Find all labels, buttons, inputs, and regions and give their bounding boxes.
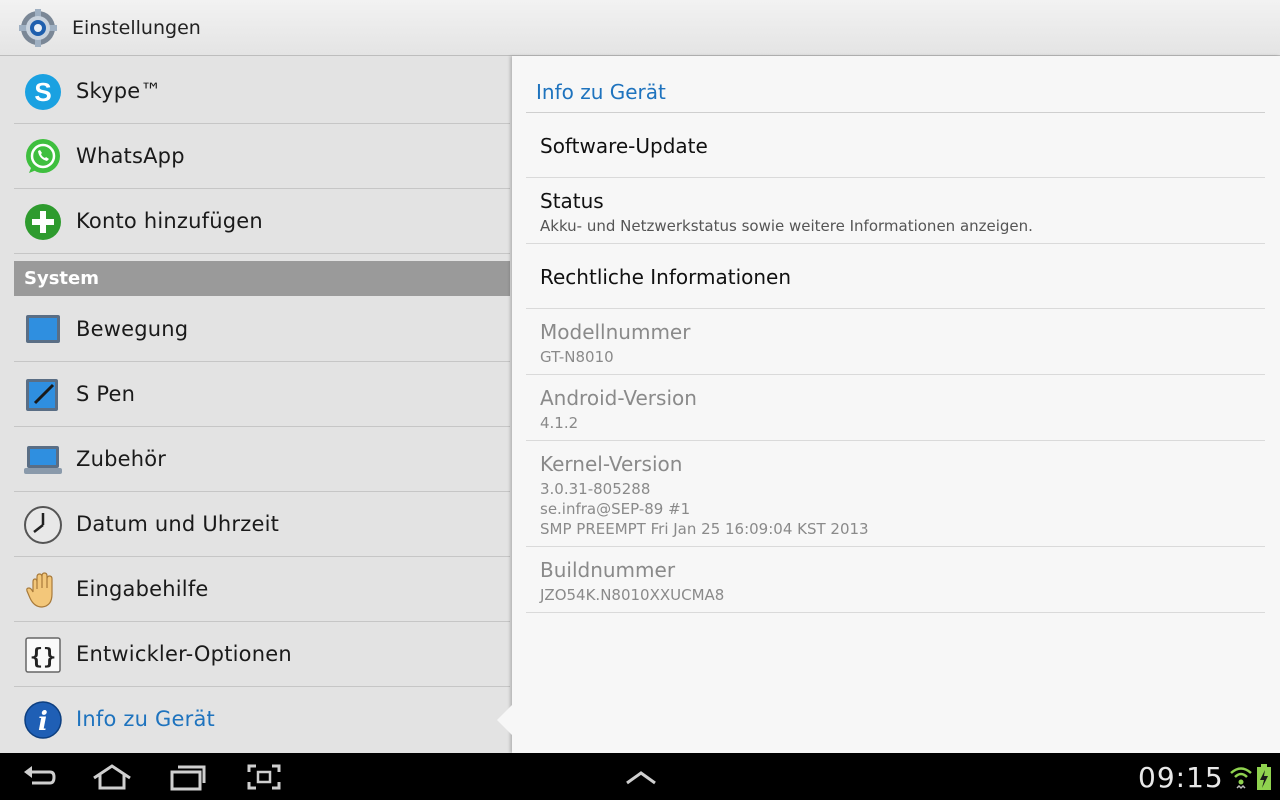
skype-icon: S <box>25 74 61 110</box>
sidebar-item-skype[interactable]: S Skype™ <box>14 60 510 124</box>
sidebar-item-label: WhatsApp <box>76 144 185 168</box>
motion-icon <box>26 315 60 343</box>
settings-gear-icon[interactable] <box>19 9 57 47</box>
clock: 09:15 <box>1138 761 1224 794</box>
item-value-line: SMP PREEMPT Fri Jan 25 16:09:04 KST 2013 <box>540 520 869 538</box>
item-title: Rechtliche Informationen <box>540 265 792 289</box>
home-icon[interactable] <box>92 763 132 791</box>
info-icon: i <box>24 701 62 739</box>
item-title: Buildnummer <box>540 558 676 582</box>
title-bar: Einstellungen <box>0 0 1280 56</box>
whatsapp-icon <box>26 139 60 173</box>
accessory-icon <box>24 446 62 474</box>
sidebar-item-label: Zubehör <box>76 447 167 471</box>
item-title: Android-Version <box>540 386 697 410</box>
section-label: System <box>24 268 99 289</box>
item-title: Software-Update <box>540 134 708 158</box>
wifi-icon <box>1230 767 1252 790</box>
settings-sidebar: S Skype™ WhatsApp Konto hinzufügen Syste… <box>0 56 512 753</box>
item-title: Status <box>540 189 604 213</box>
sidebar-item-whatsapp[interactable]: WhatsApp <box>14 125 510 189</box>
screenshot-icon[interactable] <box>246 763 282 791</box>
status-item[interactable]: Status Akku- und Netzwerkstatus sowie we… <box>526 178 1265 244</box>
sidebar-item-add-account[interactable]: Konto hinzufügen <box>14 190 510 254</box>
window-title: Einstellungen <box>72 17 201 39</box>
build-number-item: Buildnummer JZO54K.N8010XXUCMA8 <box>526 547 1265 613</box>
sidebar-item-device-info[interactable]: i Info zu Gerät <box>14 688 510 752</box>
android-version-item: Android-Version 4.1.2 <box>526 375 1265 441</box>
sidebar-item-label: Skype™ <box>76 79 162 103</box>
back-icon[interactable] <box>22 763 56 791</box>
item-value: JZO54K.N8010XXUCMA8 <box>540 586 725 604</box>
kernel-version-item: Kernel-Version 3.0.31-805288 se.infra@SE… <box>526 441 1265 547</box>
item-subtitle: Akku- und Netzwerkstatus sowie weitere I… <box>540 217 1033 235</box>
item-value: GT-N8010 <box>540 348 614 366</box>
svg-text:S: S <box>34 77 51 107</box>
sidebar-item-developer-options[interactable]: {} Entwickler-Optionen <box>14 623 510 687</box>
sidebar-item-accessory[interactable]: Zubehör <box>14 428 510 492</box>
software-update-item[interactable]: Software-Update <box>526 113 1265 178</box>
item-title: Kernel-Version <box>540 452 683 476</box>
legal-info-item[interactable]: Rechtliche Informationen <box>526 244 1265 309</box>
sidebar-item-label: Entwickler-Optionen <box>76 642 292 666</box>
sidebar-item-accessibility[interactable]: Eingabehilfe <box>14 558 510 622</box>
item-value: 4.1.2 <box>540 414 579 432</box>
add-account-icon <box>25 204 61 240</box>
detail-panel: Info zu Gerät Software-Update Status Akk… <box>512 56 1280 753</box>
chevron-up-icon[interactable] <box>624 763 658 791</box>
item-value-line: se.infra@SEP-89 #1 <box>540 500 691 518</box>
svg-text:{}: {} <box>30 645 57 670</box>
sidebar-item-label: Info zu Gerät <box>76 707 215 731</box>
developer-icon: {} <box>25 637 61 673</box>
selection-pointer <box>497 705 512 735</box>
sidebar-item-motion[interactable]: Bewegung <box>14 298 510 362</box>
sidebar-item-label: Konto hinzufügen <box>76 209 263 233</box>
sidebar-item-date-time[interactable]: Datum und Uhrzeit <box>14 493 510 557</box>
system-navigation-bar: 09:15 <box>0 753 1280 800</box>
battery-charging-icon <box>1257 764 1271 790</box>
sidebar-item-s-pen[interactable]: S Pen <box>14 363 510 427</box>
sidebar-item-label: S Pen <box>76 382 136 406</box>
item-value-line: 3.0.31-805288 <box>540 480 651 498</box>
model-number-item: Modellnummer GT-N8010 <box>526 309 1265 375</box>
s-pen-icon <box>26 379 58 411</box>
sidebar-item-label: Datum und Uhrzeit <box>76 512 280 536</box>
sidebar-item-label: Eingabehilfe <box>76 577 209 601</box>
sidebar-item-label: Bewegung <box>76 317 189 341</box>
clock-icon <box>24 506 62 544</box>
detail-header: Info zu Gerät <box>536 80 666 104</box>
recent-apps-icon[interactable] <box>170 763 206 791</box>
hand-icon <box>26 572 53 608</box>
section-header-system: System <box>14 261 510 296</box>
svg-text:i: i <box>38 707 48 737</box>
item-title: Modellnummer <box>540 320 691 344</box>
